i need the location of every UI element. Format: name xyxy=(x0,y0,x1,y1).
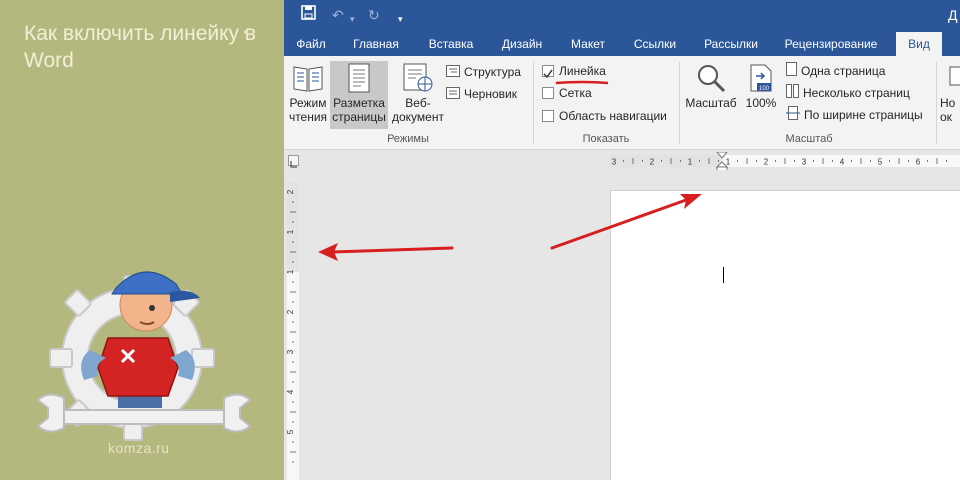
ruler-label: 2 xyxy=(650,158,655,167)
outline-label: Структура xyxy=(464,65,521,79)
tab-mailings[interactable]: Рассылки xyxy=(696,32,766,56)
document-page[interactable] xyxy=(610,190,960,480)
magnifier-icon xyxy=(698,65,726,93)
group-separator xyxy=(679,62,680,144)
ruler-label: 1 xyxy=(688,158,693,167)
print-layout-label: Разметка страницы xyxy=(332,96,386,124)
page-width-icon xyxy=(786,105,800,126)
multiple-pages-icon xyxy=(786,83,799,104)
ruler-label[interactable]: Линейка xyxy=(559,63,606,79)
gridlines-label[interactable]: Сетка xyxy=(559,85,592,101)
tab-layout[interactable]: Макет xyxy=(562,32,614,56)
undo-dropdown-icon[interactable]: ▾ xyxy=(350,9,355,29)
tab-view[interactable]: Вид xyxy=(896,32,942,56)
window-title: Д xyxy=(948,7,958,23)
zoom-100-icon: 100 xyxy=(750,64,772,92)
text-cursor xyxy=(723,267,724,283)
ruler-checkbox[interactable] xyxy=(542,65,554,79)
ruler-label: 5 xyxy=(878,158,883,167)
ruler-label: 3 xyxy=(286,349,295,354)
tab-design[interactable]: Дизайн xyxy=(492,32,552,56)
zoom-button[interactable]: Масштаб xyxy=(682,61,740,129)
ruler-label: 1 xyxy=(286,269,295,274)
new-window-label-2: ок xyxy=(940,110,952,124)
new-window-label-1: Но xyxy=(940,96,956,110)
draft-label: Черновик xyxy=(464,87,517,101)
ruler-label: 2 xyxy=(286,309,295,314)
tab-review[interactable]: Рецензирование xyxy=(778,32,884,56)
web-page-icon xyxy=(403,63,433,92)
word-window: ↶ ▾ ↻ ▾ Д Файл Главная Вставка Дизайн Ма… xyxy=(284,0,960,480)
gridlines-checkbox[interactable] xyxy=(542,87,554,99)
ruler-label: 1 xyxy=(286,229,295,234)
zoom-100-button[interactable]: 100 100% xyxy=(742,61,780,129)
ruler-label: 5 xyxy=(286,429,295,434)
title-bar: ↶ ▾ ↻ ▾ Д xyxy=(284,0,960,32)
promo-panel: Как включить линейку в Word komza.ru xyxy=(0,0,284,480)
group-separator xyxy=(936,62,937,144)
ribbon-tabs: Файл Главная Вставка Дизайн Макет Ссылки… xyxy=(284,32,960,56)
vertical-ruler[interactable]: 2 1 1 2 3 4 5 xyxy=(286,182,300,480)
read-mode-label: Режим чтения xyxy=(288,96,328,124)
multiple-pages-label: Несколько страниц xyxy=(803,86,910,100)
tab-insert[interactable]: Вставка xyxy=(420,32,482,56)
views-group-label: Режимы xyxy=(387,133,429,145)
ruler-label: 1 xyxy=(726,158,731,167)
ruler-label: 2 xyxy=(764,158,769,167)
tab-selector[interactable] xyxy=(288,155,299,168)
web-layout-label: Веб-документ xyxy=(392,96,444,124)
zoom-group-label: Масштаб xyxy=(785,133,833,145)
one-page-button[interactable]: Одна страница xyxy=(786,61,885,81)
tab-home[interactable]: Главная xyxy=(344,32,408,56)
multiple-pages-button[interactable]: Несколько страниц xyxy=(786,83,910,103)
ruler-label: 2 xyxy=(286,189,295,194)
one-page-icon xyxy=(786,61,797,82)
read-mode-button[interactable]: Режим чтения xyxy=(286,61,330,129)
left-indent-marker xyxy=(716,166,728,170)
tab-references[interactable]: Ссылки xyxy=(626,32,684,56)
customize-qat-icon[interactable]: ▾ xyxy=(398,9,403,29)
promo-dot xyxy=(244,30,248,34)
save-icon[interactable] xyxy=(301,5,316,26)
outline-icon xyxy=(446,63,460,83)
navigation-pane-label[interactable]: Область навигации xyxy=(559,108,667,124)
navigation-pane-checkbox[interactable] xyxy=(542,110,554,122)
ruler-label: 6 xyxy=(916,158,921,167)
redo-icon[interactable]: ↻ xyxy=(368,5,380,25)
ruler-label: 4 xyxy=(286,389,295,394)
book-icon xyxy=(293,66,323,92)
ruler-label: 4 xyxy=(840,158,845,167)
undo-icon[interactable]: ↶ xyxy=(332,5,344,25)
one-page-label: Одна страница xyxy=(801,64,886,78)
page-width-button[interactable]: По ширине страницы xyxy=(786,105,923,125)
ruler-label: 3 xyxy=(802,158,807,167)
promo-title: Как включить линейку в Word xyxy=(24,22,257,72)
tab-file[interactable]: Файл xyxy=(290,32,332,56)
draft-button[interactable]: Черновик xyxy=(446,84,517,104)
zoom-100-label: 100% xyxy=(745,96,777,110)
new-window-icon xyxy=(949,66,960,86)
site-name: komza.ru xyxy=(108,440,170,456)
print-layout-button[interactable]: Разметка страницы xyxy=(330,61,388,129)
zoom-100-badge: 100 xyxy=(759,86,770,92)
ruler-label: 3 xyxy=(612,158,617,167)
zoom-label: Масштаб xyxy=(685,96,737,110)
page-width-label: По ширине страницы xyxy=(804,108,923,122)
group-separator xyxy=(533,62,534,144)
outline-button[interactable]: Структура xyxy=(446,62,521,82)
web-layout-button[interactable]: Веб-документ xyxy=(390,61,446,129)
page-icon xyxy=(348,63,370,93)
ribbon: Режим чтения Разметка страницы Веб-докум… xyxy=(284,56,960,150)
mascot-logo xyxy=(36,271,252,441)
show-group-label: Показать xyxy=(582,133,630,145)
horizontal-ruler[interactable]: 3 2 1 1 2 3 4 5 6 xyxy=(610,152,960,170)
draft-icon xyxy=(446,85,460,105)
new-window-button[interactable]: Но ок xyxy=(940,61,960,129)
arrow-to-vertical-ruler xyxy=(318,243,454,261)
